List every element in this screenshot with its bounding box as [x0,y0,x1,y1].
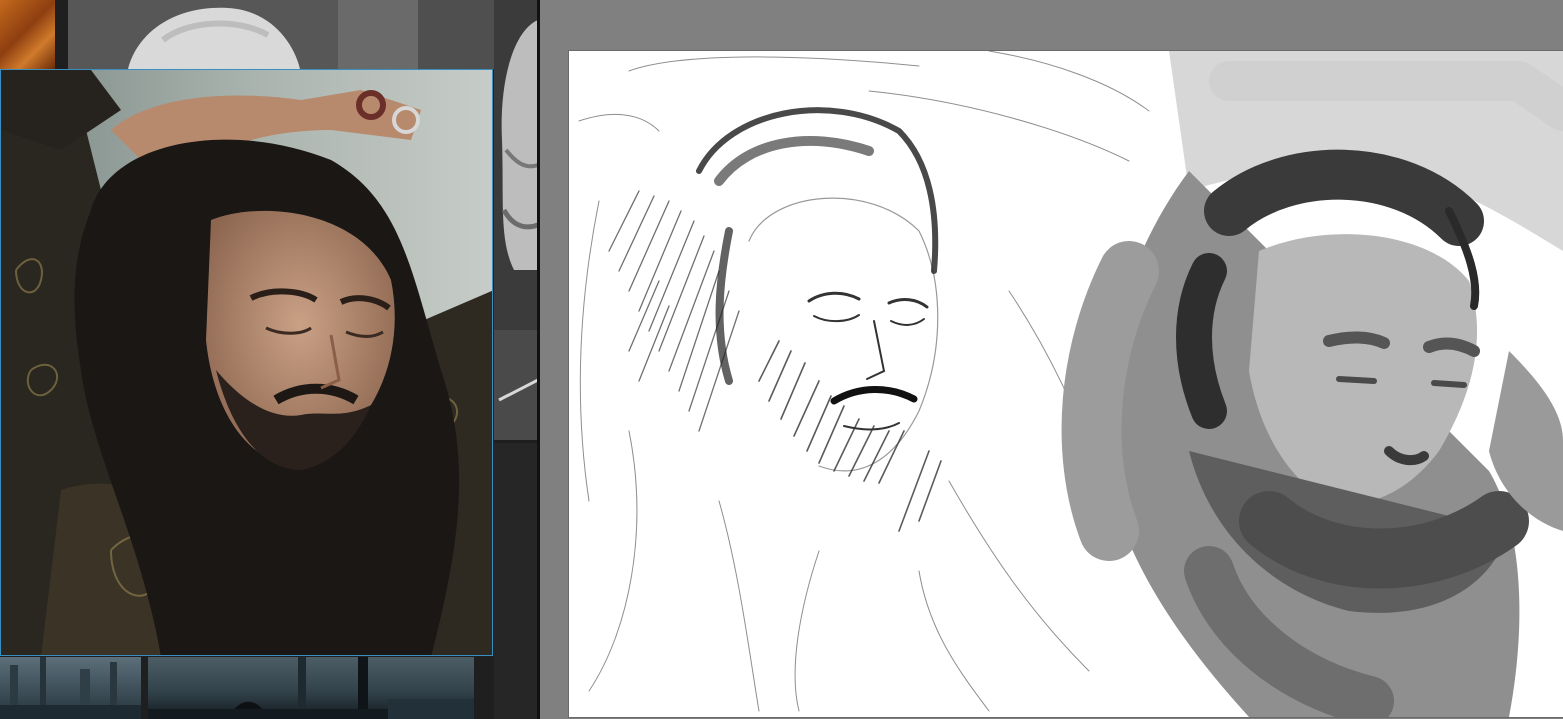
street-photo-thumbnail[interactable] [0,657,141,719]
grayscale-study [1061,51,1563,717]
sculpture-head-thumbnail[interactable] [68,0,538,69]
paint-texture-thumbnail[interactable] [0,0,55,69]
reference-board-panel[interactable] [0,0,539,719]
street-photo-thumbnail[interactable] [148,657,474,719]
sculpture-face-thumbnail[interactable] [494,0,538,440]
drawing-canvas[interactable] [569,51,1563,717]
pencil-sketch [578,51,1150,712]
portrait-reference-photo[interactable] [0,69,493,656]
dark-thumbnail[interactable] [494,443,538,719]
